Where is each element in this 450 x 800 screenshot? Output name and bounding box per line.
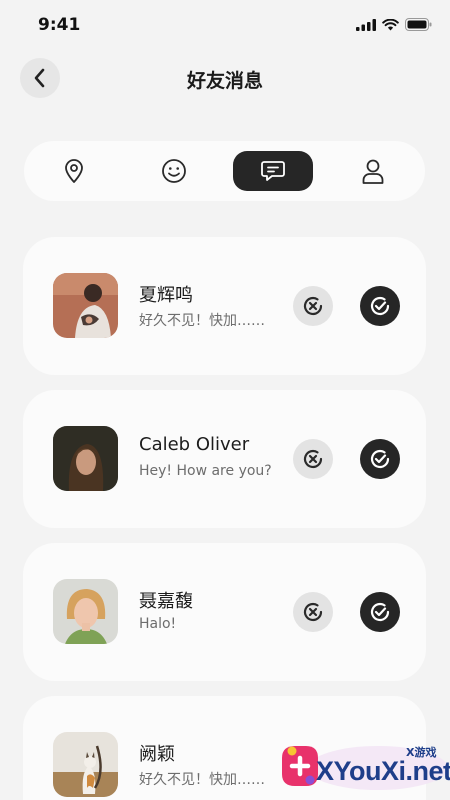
decline-x-icon [303, 449, 323, 469]
friend-name: Caleb Oliver [139, 434, 250, 455]
status-bar: 9:41 [0, 0, 450, 52]
accept-button[interactable] [360, 286, 400, 326]
tab-bar [24, 141, 425, 201]
accept-check-icon [370, 296, 390, 316]
avatar [53, 273, 118, 338]
friend-name: 夏辉鸣 [139, 285, 193, 306]
friend-name: 阙颖 [139, 744, 175, 765]
friend-message: 好久不见！快加…… [139, 772, 265, 788]
avatar [53, 579, 118, 644]
friend-message: 好久不见！快加…… [139, 313, 265, 329]
decline-x-icon [303, 602, 323, 622]
decline-x-icon [303, 296, 323, 316]
watermark: X游戏 XYouXi.net [268, 732, 450, 800]
decline-button[interactable] [293, 592, 333, 632]
location-pin-icon [65, 159, 83, 183]
friend-request-card: 夏辉鸣 好久不见！快加…… [23, 237, 426, 375]
accept-button[interactable] [360, 439, 400, 479]
friend-message: Hey! How are you? [139, 463, 272, 479]
smiley-icon [162, 159, 186, 183]
tab-location[interactable] [34, 151, 114, 191]
message-icon [261, 161, 285, 181]
decline-button[interactable] [293, 286, 333, 326]
status-icons [356, 18, 432, 31]
page-title: 好友消息 [186, 70, 263, 92]
battery-icon [405, 18, 432, 31]
cellular-signal-icon [356, 18, 376, 31]
friend-message: Halo! [139, 616, 177, 632]
wifi-icon [382, 18, 399, 30]
friend-name: 聂嘉馥 [139, 591, 193, 612]
accept-check-icon [370, 602, 390, 622]
avatar [53, 732, 118, 797]
accept-button[interactable] [360, 592, 400, 632]
tab-emoji[interactable] [134, 151, 214, 191]
watermark-brand: XYouXi.net [316, 756, 450, 786]
status-time: 9:41 [38, 15, 81, 35]
friend-request-card: Caleb Oliver Hey! How are you? [23, 390, 426, 528]
accept-check-icon [370, 449, 390, 469]
avatar [53, 426, 118, 491]
friend-request-card: 聂嘉馥 Halo! [23, 543, 426, 681]
tab-profile[interactable] [333, 151, 413, 191]
decline-button[interactable] [293, 439, 333, 479]
person-icon [362, 159, 384, 184]
tab-messages[interactable] [233, 151, 313, 191]
